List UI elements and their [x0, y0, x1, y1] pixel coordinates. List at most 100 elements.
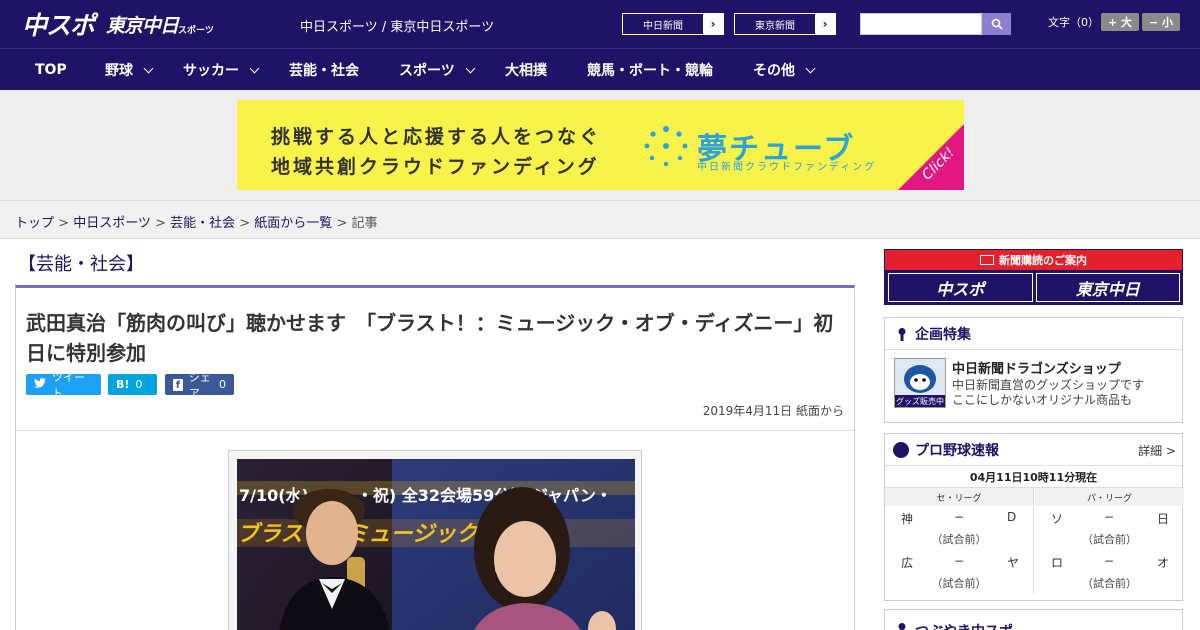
- chevron-down-icon: [805, 63, 816, 73]
- game-row[interactable]: ソ − 日: [1035, 506, 1184, 528]
- pin-icon: [898, 327, 906, 341]
- league-label: パ・リーグ: [1035, 488, 1184, 506]
- article-source: 紙面から: [795, 404, 844, 418]
- feature-panel: 企画特集 グッズ販売中 中日新聞ドラゴンズショップ 中日新聞直営のグッズショップ…: [884, 317, 1183, 423]
- paper-link-label: 東京新聞: [755, 20, 795, 32]
- subscription-title-label: 新聞購読のご案内: [999, 254, 1087, 267]
- search-input[interactable]: [860, 13, 982, 35]
- chunichi-shimbun-link[interactable]: 中日新聞 ›: [622, 13, 724, 35]
- logo-main: 中スポ: [22, 11, 95, 40]
- game-status: （試合前）: [1082, 533, 1137, 546]
- nav-label: 野球: [105, 63, 133, 79]
- central-league: セ・リーグ 神 − D （試合前） 広 − ヤ （試合前）: [885, 488, 1034, 594]
- logo-sub-small: スポーツ: [178, 25, 214, 36]
- subscription-panel[interactable]: 新聞購読のご案内 中スポ 東京中日: [884, 249, 1183, 305]
- nav-keiba[interactable]: 競馬・ボート・競輪: [587, 49, 713, 91]
- shop-desc-line: 中日新聞直営のグッズショップです: [952, 378, 1145, 392]
- facebook-share-button[interactable]: f シェア 0: [165, 371, 234, 400]
- tsubuyaki-panel[interactable]: つぶやき中スポ: [884, 609, 1183, 630]
- newspaper-icon: [980, 255, 994, 265]
- nav-baseball[interactable]: 野球: [105, 49, 154, 91]
- baseball-detail-link[interactable]: 詳細 >: [1138, 442, 1176, 459]
- team-home: 広: [901, 556, 914, 570]
- nav-other[interactable]: その他: [753, 49, 816, 91]
- breadcrumb-top[interactable]: トップ: [15, 216, 54, 231]
- baseball-title: プロ野球速報: [915, 442, 999, 459]
- header-bar: 中スポ 東京中日 スポーツ 中日スポーツ / 東京中日スポーツ 中日新聞 › 東…: [0, 0, 1200, 48]
- breadcrumb-separator: >: [150, 216, 171, 231]
- team-home: ソ: [1051, 512, 1064, 526]
- breadcrumb-separator: >: [54, 216, 74, 231]
- baseball-leagues: セ・リーグ 神 − D （試合前） 広 − ヤ （試合前） パ・リーグ ソ − …: [885, 488, 1184, 594]
- nav-top[interactable]: TOP: [35, 49, 67, 91]
- league-label: セ・リーグ: [885, 488, 1033, 506]
- subscription-title: 新聞購読のご案内: [885, 250, 1182, 270]
- banner-line1: 挑戦する人と応援する人をつなぐ: [271, 126, 602, 148]
- nav-label: 大相撲: [505, 63, 547, 79]
- nav-sports[interactable]: スポーツ: [399, 49, 476, 91]
- font-size-label: 文字（0）: [1048, 16, 1099, 29]
- font-bigger-button[interactable]: + 大: [1101, 13, 1139, 31]
- nav-entertainment[interactable]: 芸能・社会: [289, 49, 359, 91]
- pacific-league: パ・リーグ ソ − 日 （試合前） ロ − オ （試合前）: [1035, 488, 1184, 594]
- logo-sub: 東京中日: [106, 14, 179, 37]
- tokyo-chunichi-subscribe-logo[interactable]: 東京中日: [1035, 273, 1180, 302]
- search-icon: [991, 18, 1003, 30]
- baseball-scores-panel: プロ野球速報 詳細 > 04月11日10時11分現在 セ・リーグ 神 − D （…: [884, 433, 1184, 601]
- baseball-scores-head: プロ野球速報 詳細 >: [885, 434, 1182, 466]
- team-home: ロ: [1051, 556, 1064, 570]
- dragons-shop-title: 中日新聞ドラゴンズショップ: [952, 362, 1121, 377]
- crowdfunding-banner[interactable]: 挑戦する人と応援する人をつなぐ 地域共創クラウドファンディング 夢チューブ 中日…: [237, 100, 964, 190]
- team-home: 神: [901, 512, 914, 526]
- chevron-down-icon: [249, 63, 260, 73]
- nav-soccer[interactable]: サッカー: [183, 49, 260, 91]
- tokyo-shimbun-link[interactable]: 東京新聞 ›: [734, 13, 836, 35]
- facebook-share-label: シェア: [188, 370, 211, 400]
- breadcrumb-paper-list[interactable]: 紙面から一覧: [254, 216, 332, 231]
- breadcrumb-current: 記事: [351, 216, 378, 231]
- breadcrumb-entertainment[interactable]: 芸能・社会: [170, 216, 235, 231]
- game-status: （試合前）: [1082, 577, 1137, 590]
- breadcrumb: トップ > 中日スポーツ > 芸能・社会 > 紙面から一覧 > 記事: [15, 212, 378, 231]
- pin-icon: [898, 623, 906, 630]
- chevron-right-icon: ›: [815, 14, 835, 34]
- site-logo[interactable]: 中スポ 東京中日 スポーツ: [22, 8, 214, 40]
- breadcrumb-separator: >: [332, 216, 352, 231]
- game-row[interactable]: 神 − D: [885, 506, 1033, 528]
- article-photo-image: 7/10(水) ・祝) 全32会場59公演 ジャパン・ ブラスト ミュージック・…: [237, 459, 635, 630]
- game-row[interactable]: 広 − ヤ: [885, 550, 1033, 572]
- search-button[interactable]: [982, 13, 1011, 35]
- game-score: −: [954, 510, 965, 524]
- article-date: 2019年4月11日: [702, 404, 793, 418]
- game-row[interactable]: ロ − オ: [1035, 550, 1184, 572]
- facebook-count: 0: [219, 378, 226, 391]
- game-score: −: [1104, 510, 1115, 524]
- subscription-logos: 中スポ 東京中日: [888, 273, 1180, 302]
- dragons-shop-link[interactable]: グッズ販売中 中日新聞ドラゴンズショップ 中日新聞直営のグッズショップです ここ…: [885, 350, 1182, 414]
- breadcrumb-chunichi-sports[interactable]: 中日スポーツ: [73, 216, 151, 231]
- nav-sumo[interactable]: 大相撲: [505, 49, 547, 91]
- main-nav: TOP 野球 サッカー 芸能・社会 スポーツ 大相撲 競馬・ボート・競輪 その他: [0, 48, 1200, 90]
- hatena-bookmark-button[interactable]: B! 0: [108, 374, 157, 395]
- hatena-count: 0: [135, 378, 143, 391]
- nav-label: 芸能・社会: [289, 63, 359, 79]
- article-divider: [16, 430, 854, 431]
- chevron-down-icon: [465, 63, 476, 73]
- feature-panel-head: 企画特集: [885, 318, 1182, 350]
- game-status: （試合前）: [931, 577, 987, 590]
- article-photo-frame: 7/10(水) ・祝) 全32会場59公演 ジャパン・ ブラスト ミュージック・…: [228, 450, 642, 630]
- tweet-label: ツイート: [52, 370, 85, 400]
- chuspo-subscribe-logo[interactable]: 中スポ: [888, 273, 1033, 302]
- nav-label: TOP: [35, 62, 67, 78]
- site-title[interactable]: 中日スポーツ / 東京中日スポーツ: [300, 16, 494, 35]
- dots-logo-icon: [644, 126, 688, 167]
- tweet-button[interactable]: ツイート: [26, 371, 101, 400]
- baseball-timestamp: 04月11日10時11分現在: [885, 466, 1182, 488]
- team-away: オ: [1157, 556, 1170, 570]
- article-photo[interactable]: 7/10(水) ・祝) 全32会場59公演 ジャパン・ ブラスト ミュージック・…: [237, 459, 635, 630]
- font-smaller-button[interactable]: − 小: [1142, 13, 1180, 31]
- tsubuyaki-title: つぶやき中スポ: [915, 621, 1013, 630]
- shop-badge-text: グッズ販売中: [896, 396, 944, 406]
- twitter-icon: [34, 378, 46, 391]
- photo-banner-text: 7/10(水) ・祝) 全32会場59公演 ジャパン・: [239, 486, 612, 505]
